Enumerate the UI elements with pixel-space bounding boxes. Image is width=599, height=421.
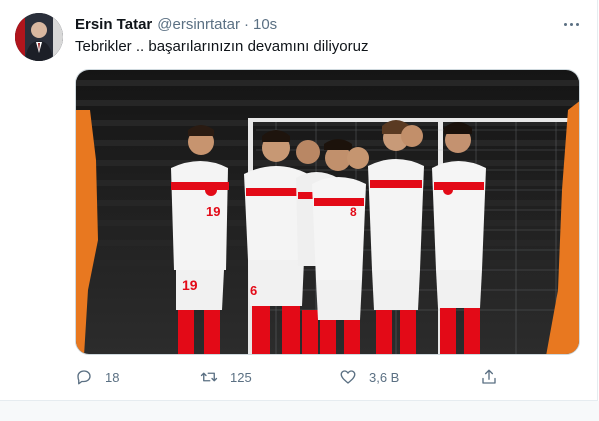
- reply-button[interactable]: 18: [75, 366, 119, 388]
- tweet-actions: 18 125 3,6 B: [75, 366, 580, 388]
- separator-dot: ·: [244, 15, 249, 33]
- more-options-icon[interactable]: [560, 14, 582, 34]
- retweet-count: 125: [230, 369, 252, 385]
- author-handle[interactable]: @ersinrtatar: [157, 16, 240, 33]
- svg-text:19: 19: [206, 204, 220, 219]
- svg-text:6: 6: [250, 283, 257, 298]
- team-photo: 19 19 6 8: [76, 70, 579, 354]
- tweet-card[interactable]: Ersin Tatar @ersinrtatar · 10s Tebrikler…: [0, 0, 598, 408]
- svg-text:8: 8: [350, 205, 357, 219]
- tweet-timestamp[interactable]: 10s: [253, 16, 277, 33]
- author-avatar[interactable]: [15, 13, 63, 61]
- more-dot: [563, 22, 567, 26]
- share-button[interactable]: [480, 366, 510, 388]
- retweet-button[interactable]: 125: [200, 366, 252, 388]
- tweet-text: Tebrikler .. başarılarınızın devamını di…: [75, 38, 369, 55]
- next-tweet-area: [0, 401, 599, 421]
- retweet-icon: [200, 372, 218, 382]
- author-name[interactable]: Ersin Tatar: [75, 16, 152, 33]
- like-button[interactable]: 3,6 B: [339, 366, 399, 388]
- reply-icon: [77, 370, 91, 385]
- tweet-media-photo[interactable]: 19 19 6 8: [75, 69, 580, 355]
- svg-text:19: 19: [182, 277, 198, 293]
- share-icon: [482, 369, 496, 384]
- reply-count: 18: [105, 369, 120, 385]
- more-dot: [575, 22, 579, 26]
- tweet-header: Ersin Tatar @ersinrtatar · 10s: [75, 14, 277, 34]
- like-count: 3,6 B: [369, 369, 400, 385]
- heart-icon: [340, 370, 356, 384]
- more-dot: [569, 22, 573, 26]
